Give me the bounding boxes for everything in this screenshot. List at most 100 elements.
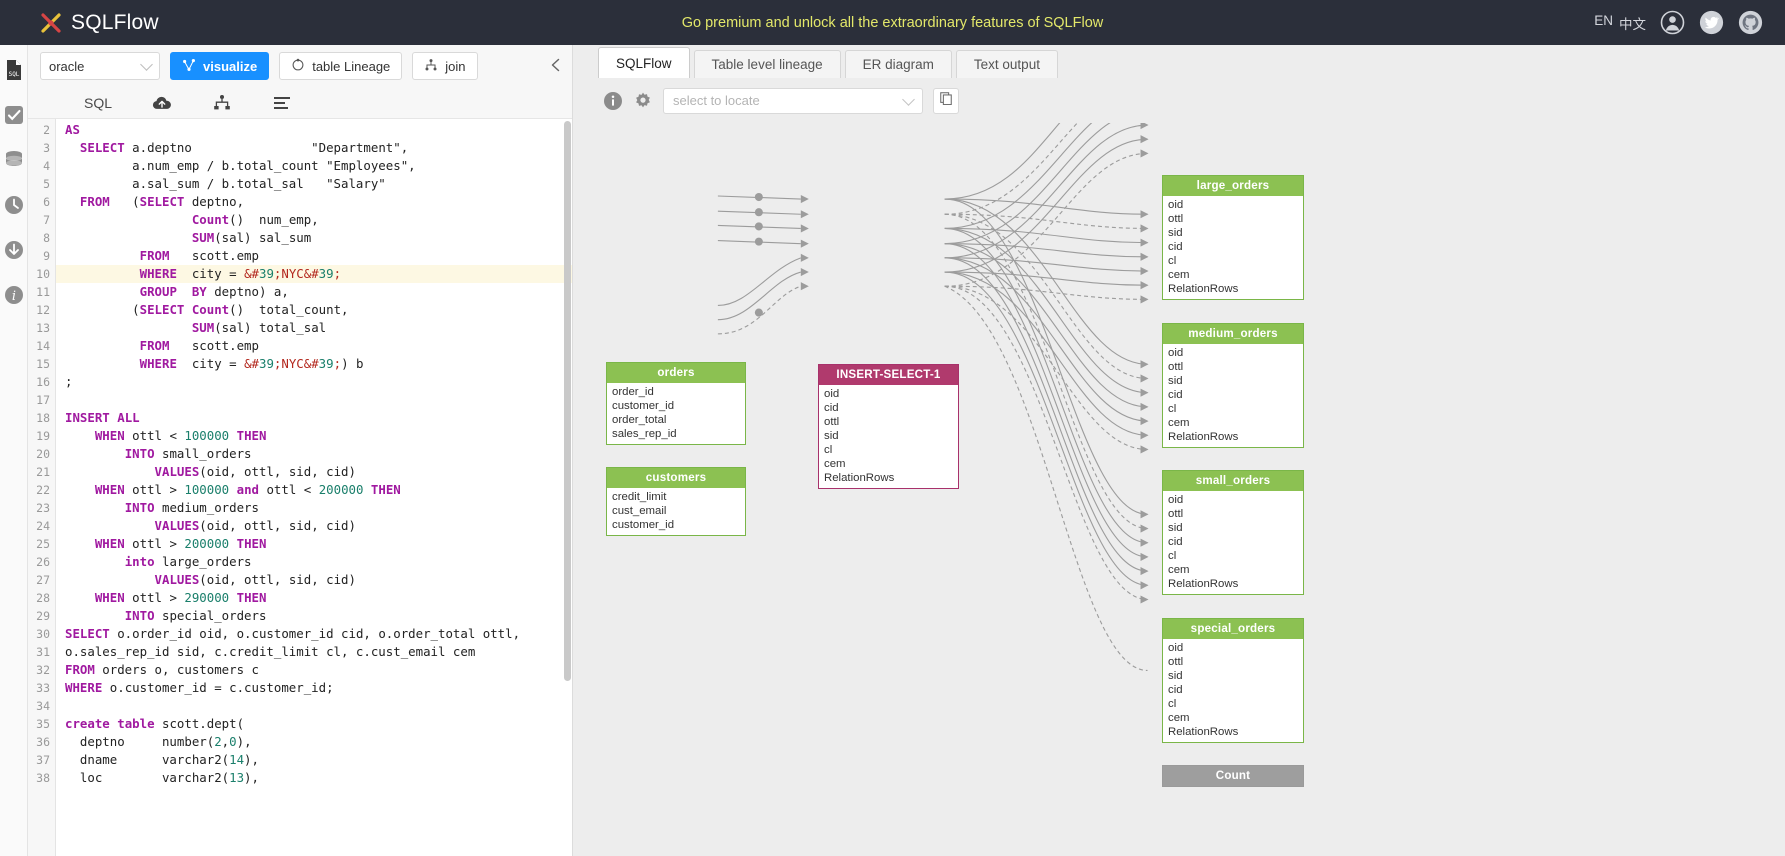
code-line[interactable]: WHEN ottl > 100000 and ottl < 200000 THE… xyxy=(65,481,572,499)
code-line[interactable]: WHEN ottl > 290000 THEN xyxy=(65,589,572,607)
graph-node-small_orders[interactable]: small_orders oid ottl sid cid cl cem RelationRo… xyxy=(1162,470,1304,595)
editor-scrollbar[interactable] xyxy=(564,121,571,681)
graph-node-column[interactable]: cem xyxy=(824,457,958,471)
graph-node-column[interactable]: cl xyxy=(1168,697,1303,711)
code-line[interactable]: into large_orders xyxy=(65,553,572,571)
code-line[interactable]: FROM (SELECT deptno, xyxy=(65,193,572,211)
graph-node-column[interactable]: cl xyxy=(1168,402,1303,416)
code-line[interactable]: FROM scott.emp xyxy=(65,337,572,355)
graph-node-column[interactable]: cid xyxy=(1168,240,1303,254)
code-line[interactable]: (SELECT Count() total_count, xyxy=(65,301,572,319)
code-line[interactable]: loc varchar2(13), xyxy=(65,769,572,787)
code-line[interactable]: FROM scott.emp xyxy=(65,247,572,265)
code-line[interactable] xyxy=(65,391,572,409)
graph-node-column[interactable]: cem xyxy=(1168,416,1303,430)
graph-node-column[interactable]: ottl xyxy=(1168,507,1303,521)
code-line[interactable]: VALUES(oid, ottl, sid, cid) xyxy=(65,517,572,535)
promo-text[interactable]: Go premium and unlock all the extraordin… xyxy=(682,15,1104,31)
brand[interactable]: SQLFlow xyxy=(40,11,159,35)
code-line[interactable]: INSERT ALL xyxy=(65,409,572,427)
code-line[interactable]: SELECT a.deptno "Department", xyxy=(65,139,572,157)
graph-node-column[interactable]: cem xyxy=(1168,711,1303,725)
dialect-select[interactable]: oracle xyxy=(40,52,160,80)
graph-node-customers[interactable]: customers credit_limit cust_email customer_… xyxy=(606,467,746,536)
code-line[interactable]: VALUES(oid, ottl, sid, cid) xyxy=(65,571,572,589)
graph-node-column[interactable]: cem xyxy=(1168,268,1303,282)
graph-node-column[interactable]: RelationRows xyxy=(824,471,958,485)
graph-node-column[interactable]: cid xyxy=(1168,683,1303,697)
upload-cloud-icon[interactable] xyxy=(152,94,172,112)
account-circle-icon[interactable] xyxy=(1660,10,1685,35)
graph-node-column[interactable]: ottl xyxy=(1168,655,1303,669)
graph-node-column[interactable]: oid xyxy=(1168,493,1303,507)
graph-node-column[interactable]: customer_id xyxy=(612,518,745,532)
code-line[interactable]: SUM(sal) sal_sum xyxy=(65,229,572,247)
code-line[interactable]: INTO medium_orders xyxy=(65,499,572,517)
graph-node-column[interactable]: order_total xyxy=(612,413,745,427)
graph-node-column[interactable]: cid xyxy=(824,401,958,415)
code-line[interactable]: WHEN ottl > 200000 THEN xyxy=(65,535,572,553)
graph-node-column[interactable]: sid xyxy=(1168,226,1303,240)
graph-node-column[interactable]: cl xyxy=(824,443,958,457)
graph-node-count[interactable]: Count xyxy=(1162,765,1304,787)
graph-node-column[interactable]: cl xyxy=(1168,549,1303,563)
graph-node-column[interactable]: RelationRows xyxy=(1168,577,1303,591)
tab-sql[interactable]: SQL xyxy=(84,95,112,111)
graph-node-column[interactable]: order_id xyxy=(612,385,745,399)
graph-node-column[interactable]: RelationRows xyxy=(1168,430,1303,444)
copy-button[interactable] xyxy=(933,87,959,114)
gear-icon[interactable] xyxy=(633,91,653,111)
sql-file-icon[interactable]: SQL xyxy=(3,59,25,81)
code-line[interactable]: a.num_emp / b.total_count "Employees", xyxy=(65,157,572,175)
code-line[interactable] xyxy=(65,697,572,715)
github-icon[interactable] xyxy=(1738,10,1763,35)
database-icon[interactable] xyxy=(3,149,25,171)
table-lineage-button[interactable]: table Lineage xyxy=(279,52,403,80)
graph-node-column[interactable]: credit_limit xyxy=(612,490,745,504)
graph-node-column[interactable]: cid xyxy=(1168,388,1303,402)
graph-node-column[interactable]: RelationRows xyxy=(1168,282,1303,296)
graph-node-insert[interactable]: INSERT-SELECT-1 oid cid ottl sid cl cem Relatio… xyxy=(818,364,959,489)
graph-node-column[interactable]: ottl xyxy=(1168,360,1303,374)
join-button[interactable]: join xyxy=(412,52,478,80)
graph-node-special_orders[interactable]: special_orders oid ottl sid cid cl cem Relation… xyxy=(1162,618,1304,743)
result-tab-table-level-lineage[interactable]: Table level lineage xyxy=(693,50,841,78)
sql-code-content[interactable]: AS SELECT a.deptno "Department", a.num_e… xyxy=(56,119,572,856)
graph-node-column[interactable]: customer_id xyxy=(612,399,745,413)
graph-node-column[interactable]: sales_rep_id xyxy=(612,427,745,441)
code-line[interactable]: Count() num_emp, xyxy=(65,211,572,229)
code-line[interactable]: a.sal_sum / b.total_sal "Salary" xyxy=(65,175,572,193)
download-icon[interactable] xyxy=(3,239,25,261)
code-line[interactable]: SUM(sal) total_sal xyxy=(65,319,572,337)
lineage-diagram-canvas[interactable]: orders order_id customer_id order_total sale… xyxy=(573,123,1785,856)
graph-node-large_orders[interactable]: large_orders oid ottl sid cid cl cem RelationRo… xyxy=(1162,175,1304,300)
chevron-left-icon[interactable] xyxy=(548,57,564,73)
graph-node-column[interactable]: sid xyxy=(1168,669,1303,683)
code-line[interactable]: o.sales_rep_id sid, c.credit_limit cl, c… xyxy=(65,643,572,661)
twitter-icon[interactable] xyxy=(1699,10,1724,35)
code-line[interactable]: WHEN ottl < 100000 THEN xyxy=(65,427,572,445)
lang-zh[interactable]: 中文 xyxy=(1619,13,1646,33)
graph-node-column[interactable]: cl xyxy=(1168,254,1303,268)
code-line[interactable]: SELECT o.order_id oid, o.customer_id cid… xyxy=(65,625,572,643)
code-line[interactable]: GROUP BY deptno) a, xyxy=(65,283,572,301)
code-line[interactable]: VALUES(oid, ottl, sid, cid) xyxy=(65,463,572,481)
result-tab-sqlflow[interactable]: SQLFlow xyxy=(598,47,690,78)
graph-node-column[interactable]: oid xyxy=(1168,198,1303,212)
graph-node-column[interactable]: cid xyxy=(1168,535,1303,549)
code-line[interactable]: WHERE city = &#39;NYC&#39; xyxy=(56,265,572,283)
graph-node-column[interactable]: RelationRows xyxy=(1168,725,1303,739)
code-line[interactable]: dname varchar2(14), xyxy=(65,751,572,769)
locate-select[interactable]: select to locate xyxy=(663,87,923,114)
graph-node-column[interactable]: oid xyxy=(1168,641,1303,655)
clock-icon[interactable] xyxy=(3,194,25,216)
graph-node-orders[interactable]: orders order_id customer_id order_total sale… xyxy=(606,362,746,445)
code-line[interactable]: ; xyxy=(65,373,572,391)
result-tab-text-output[interactable]: Text output xyxy=(955,50,1058,78)
code-line[interactable]: WHERE o.customer_id = c.customer_id; xyxy=(65,679,572,697)
result-tab-er-diagram[interactable]: ER diagram xyxy=(844,50,952,78)
format-lines-icon[interactable] xyxy=(272,94,292,112)
language-switcher[interactable]: EN 中文 xyxy=(1594,13,1646,33)
graph-node-column[interactable]: sid xyxy=(824,429,958,443)
graph-node-column[interactable]: cem xyxy=(1168,563,1303,577)
